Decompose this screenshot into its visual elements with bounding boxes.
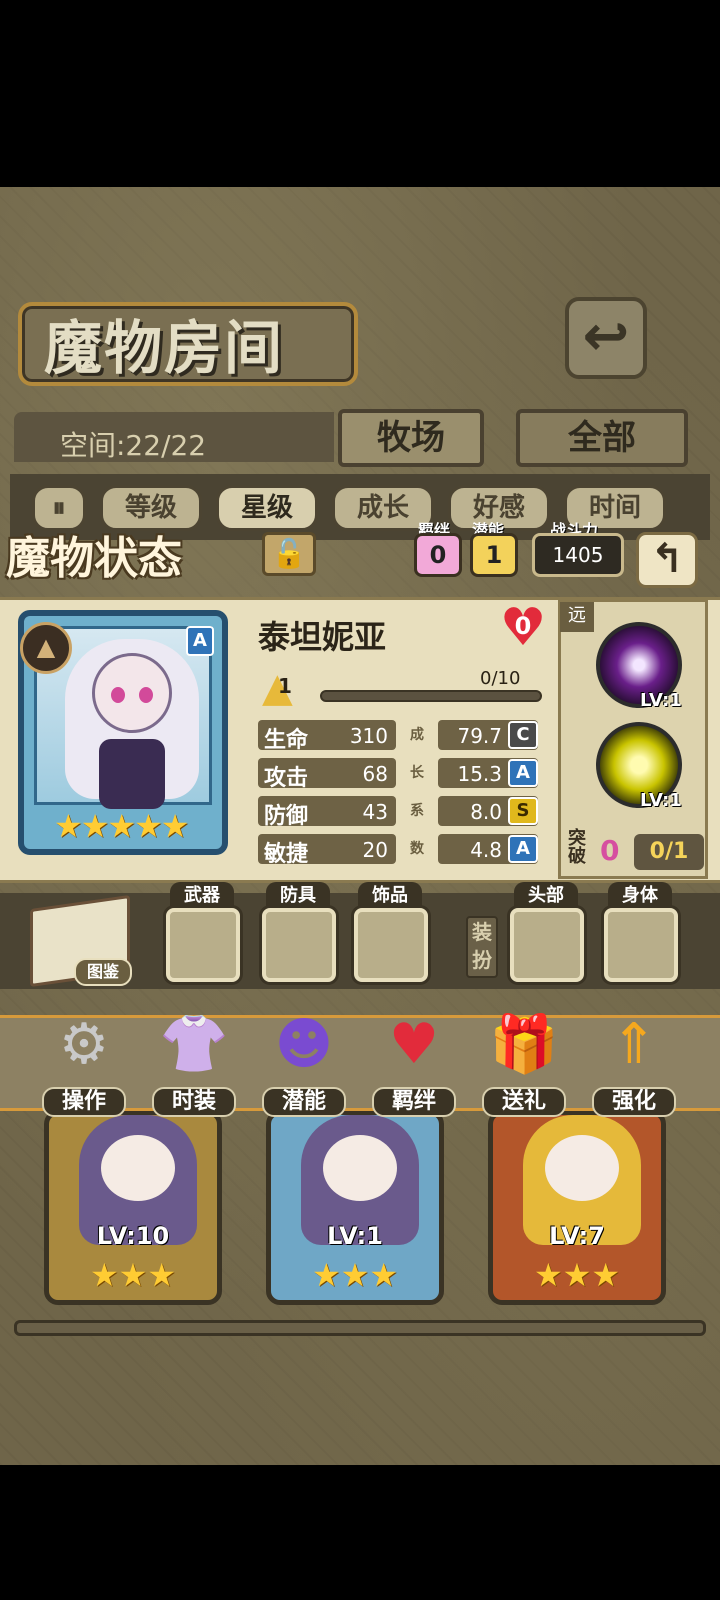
card-level: LV:7 <box>549 1222 605 1250</box>
outfit-icon[interactable]: 👚 <box>154 1005 234 1085</box>
stat-value: 310 <box>349 724 388 748</box>
card-stars: ★★★★★ <box>54 807 189 845</box>
stat-label: 敏捷 <box>264 842 309 867</box>
body-slot[interactable] <box>604 908 678 982</box>
tab-all[interactable]: 全部 <box>516 409 688 467</box>
upgrade-arrows-icon[interactable]: ⇑ <box>594 1005 674 1085</box>
gear-icon[interactable]: ⚙ <box>44 1005 124 1085</box>
back-button[interactable]: ↩ <box>565 297 647 379</box>
card-face <box>545 1135 619 1201</box>
stat-value: 43 <box>362 800 388 824</box>
action-bond-button[interactable]: 羁绊 <box>372 1087 456 1117</box>
avatar-eye <box>139 687 153 703</box>
head-slot[interactable] <box>510 908 584 982</box>
skill-level: LV:1 <box>640 690 682 711</box>
lock-icon: 🔓 <box>271 537 307 570</box>
lock-button[interactable]: 🔓 <box>262 532 316 576</box>
stat-label: 生命 <box>264 728 309 753</box>
card-level: LV:1 <box>327 1222 383 1250</box>
pause-sort-icon: ⏸ <box>52 493 66 523</box>
card-face <box>323 1135 397 1201</box>
growth-value: 79.7 <box>457 724 502 748</box>
bottom-frame <box>14 1320 706 1336</box>
card-stars: ★★★ <box>89 1256 177 1294</box>
gift-icon[interactable]: 🎁 <box>484 1005 564 1085</box>
demon-icon[interactable]: ☻ <box>264 1005 344 1085</box>
growth-char: 数 <box>410 841 424 857</box>
growth-char: 成 <box>410 727 424 743</box>
rank-badge: A <box>186 626 214 656</box>
armor-slot[interactable] <box>262 908 336 982</box>
breakthrough-progress: 0/1 <box>634 834 704 870</box>
action-gift-button[interactable]: 送礼 <box>482 1087 566 1117</box>
roster-card[interactable]: LV:1 ★★★ <box>266 1110 444 1305</box>
affection-value: 0 <box>514 612 532 640</box>
page-title: 魔物房间 <box>44 314 285 382</box>
roster-card[interactable]: LV:7 ★★★ <box>488 1110 666 1305</box>
action-enhance-button[interactable]: 强化 <box>592 1087 676 1117</box>
card-stars: ★★★ <box>311 1256 399 1294</box>
slot-label: 武器 <box>170 882 234 910</box>
skill-level: LV:1 <box>640 790 682 811</box>
monster-name: 泰坦妮亚 <box>258 618 387 656</box>
slot-label: 饰品 <box>358 882 422 910</box>
grade-badge: C <box>508 721 538 749</box>
growth-value: 15.3 <box>457 762 502 786</box>
stat-value: 20 <box>362 838 388 862</box>
bond-badge: 0 <box>414 533 462 577</box>
card-face <box>101 1135 175 1201</box>
grade-badge: S <box>508 797 538 825</box>
xp-text: 0/10 <box>480 668 521 689</box>
slot-label: 身体 <box>608 882 672 910</box>
growth-char: 系 <box>410 803 424 819</box>
slot-label: 防具 <box>266 882 330 910</box>
sort-star-button[interactable]: 星级 <box>216 485 318 531</box>
outfit-label: 装扮 <box>466 916 498 978</box>
monster-level: 1 <box>278 674 292 698</box>
accessory-slot[interactable] <box>354 908 428 982</box>
grade-badge: A <box>508 835 538 863</box>
breakthrough-label: 突破 <box>568 828 586 867</box>
card-level: LV:10 <box>96 1222 170 1250</box>
roster-card[interactable]: LV:10 ★★★ <box>44 1110 222 1305</box>
codex-button[interactable]: 图鉴 <box>74 958 132 986</box>
breakthrough-value: 0 <box>600 834 620 867</box>
potential-badge: 1 <box>470 533 518 577</box>
avatar-face <box>92 653 172 733</box>
action-potential-button[interactable]: 潜能 <box>262 1087 346 1117</box>
growth-value: 8.0 <box>470 800 502 824</box>
space-count: 空间:22/22 <box>60 429 207 462</box>
tab-ranch[interactable]: 牧场 <box>338 409 484 467</box>
range-tag: 远 <box>560 602 594 632</box>
return-arrow-icon: ↰ <box>650 536 684 582</box>
hearts-icon[interactable]: ♥ <box>374 1005 454 1085</box>
action-outfit-button[interactable]: 时装 <box>152 1087 236 1117</box>
collapse-button[interactable]: ↰ <box>636 532 698 588</box>
stat-label: 攻击 <box>264 766 309 791</box>
xp-bar <box>320 690 542 702</box>
element-icon: ▲ <box>20 622 72 674</box>
growth-char: 长 <box>410 765 424 781</box>
growth-value: 4.8 <box>470 838 502 862</box>
grade-badge: A <box>508 759 538 787</box>
power-value: 1405 <box>532 533 624 577</box>
stat-label: 防御 <box>264 804 309 829</box>
avatar-body <box>99 739 165 809</box>
status-title: 魔物状态 <box>6 533 182 584</box>
avatar-eye <box>111 687 125 703</box>
weapon-slot[interactable] <box>166 908 240 982</box>
card-stars: ★★★ <box>533 1256 621 1294</box>
title-plate: 魔物房间 <box>18 302 358 386</box>
stat-value: 68 <box>362 762 388 786</box>
action-operate-button[interactable]: 操作 <box>42 1087 126 1117</box>
return-arrow-icon: ↩ <box>582 304 630 369</box>
slot-label: 头部 <box>514 882 578 910</box>
